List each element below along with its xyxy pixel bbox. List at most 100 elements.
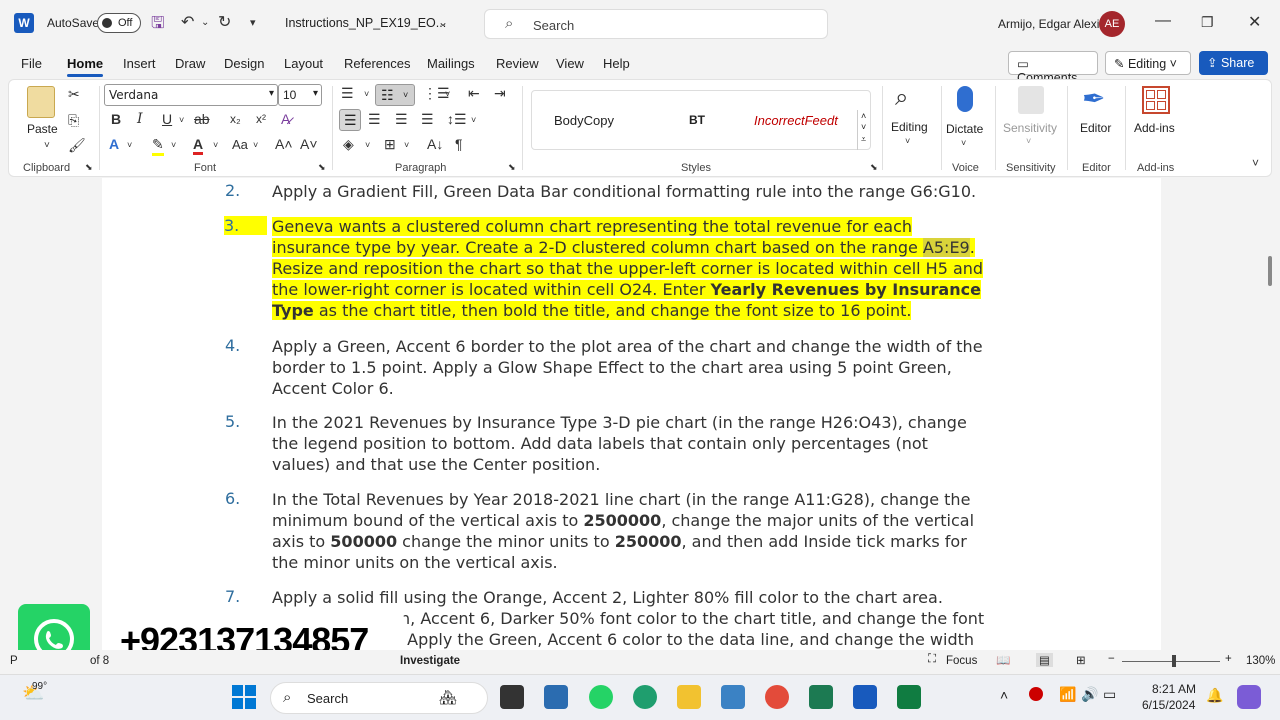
title-dropdown-icon[interactable]: ⌄ — [438, 15, 448, 29]
line-spacing-dropdown-icon[interactable]: ˅ — [471, 115, 476, 125]
line-spacing-icon[interactable]: ↕☰ — [447, 111, 467, 128]
tray-overflow-icon[interactable]: ˄ — [1000, 687, 1008, 703]
notifications-icon[interactable]: 🔔 — [1206, 687, 1223, 704]
editor-label[interactable]: Editor — [1080, 121, 1111, 135]
notepad-icon[interactable] — [721, 685, 745, 709]
menu-insert[interactable]: Insert — [123, 56, 156, 71]
text-effects-icon[interactable]: A — [109, 136, 119, 152]
change-case-icon[interactable]: Aa — [232, 137, 248, 152]
menu-review[interactable]: Review — [496, 56, 539, 71]
dictate-dropdown-icon[interactable]: ˅ — [961, 138, 966, 148]
cut-icon[interactable]: ✂ — [68, 86, 80, 103]
undo-dropdown-icon[interactable]: ⌄ — [201, 17, 209, 28]
menu-draw[interactable]: Draw — [175, 56, 205, 71]
menu-references[interactable]: References — [344, 56, 410, 71]
show-formatting-icon[interactable]: ¶ — [455, 136, 463, 152]
clock-date[interactable]: 6/15/2024 — [1142, 698, 1195, 712]
print-layout-icon[interactable]: ▤ — [1036, 653, 1053, 667]
borders-dropdown-icon[interactable]: ˅ — [404, 140, 409, 150]
shading-dropdown-icon[interactable]: ˅ — [365, 140, 370, 150]
align-right-icon[interactable]: ☰ — [395, 111, 408, 128]
font-size-select[interactable]: 10 ▾ — [278, 84, 322, 106]
add-ins-label[interactable]: Add-ins — [1134, 121, 1175, 135]
taskbar-search[interactable]: ⌕ Search 🏘 — [270, 682, 488, 714]
volume-icon[interactable]: 🔊 — [1081, 686, 1098, 703]
numbering-button[interactable]: ☷ ˅ — [375, 84, 415, 106]
text-effects-dropdown-icon[interactable]: ˅ — [127, 140, 132, 150]
highlight-dropdown-icon[interactable]: ˅ — [171, 140, 176, 150]
investigate-label[interactable]: Investigate — [400, 655, 460, 667]
add-ins-icon[interactable] — [1142, 86, 1170, 114]
format-painter-icon[interactable]: 🖌 — [68, 137, 86, 154]
word-taskbar-icon[interactable] — [853, 685, 877, 709]
file-explorer-icon[interactable] — [677, 685, 701, 709]
multilevel-dropdown-icon[interactable]: ˅ — [445, 89, 450, 99]
style-bt[interactable]: BT — [689, 113, 705, 127]
borders-icon[interactable]: ⊞ — [384, 136, 396, 153]
strikethrough-icon[interactable]: ab — [194, 111, 210, 127]
bullets-dropdown-icon[interactable]: ˅ — [364, 89, 369, 99]
zoom-level[interactable]: 130% — [1246, 655, 1275, 667]
zoom-slider[interactable] — [1122, 661, 1220, 662]
styles-launcher-icon[interactable]: ⬊ — [870, 162, 878, 173]
menu-home[interactable]: Home — [67, 56, 103, 71]
menu-design[interactable]: Design — [224, 56, 264, 71]
change-case-dropdown-icon[interactable]: ˅ — [253, 140, 258, 150]
font-color-icon[interactable]: A — [193, 136, 204, 155]
paste-icon[interactable] — [27, 86, 55, 118]
sort-icon[interactable]: A↓ — [427, 136, 443, 152]
read-mode-icon[interactable]: 📖 — [996, 653, 1010, 667]
page-status[interactable]: P — [10, 655, 18, 667]
focus-label[interactable]: Focus — [946, 655, 977, 667]
highlight-icon[interactable]: ✎ — [152, 136, 164, 156]
whatsapp-taskbar-icon[interactable] — [589, 685, 613, 709]
editor-icon[interactable]: ✒ — [1082, 82, 1105, 115]
excel-taskbar-icon[interactable] — [897, 685, 921, 709]
wifi-icon[interactable]: 📶 — [1059, 686, 1076, 703]
battery-icon[interactable]: ▭ — [1103, 686, 1116, 703]
editing-mode-button[interactable]: ✎ Editing ˅ — [1105, 51, 1191, 75]
restore-icon[interactable]: ❐ — [1201, 14, 1214, 31]
editing-label[interactable]: Editing — [891, 120, 928, 134]
clipboard-launcher-icon[interactable]: ⬊ — [85, 162, 93, 173]
menu-mailings[interactable]: Mailings — [427, 56, 475, 71]
customize-toolbar-icon[interactable]: ▾ — [250, 16, 256, 29]
font-launcher-icon[interactable]: ⬊ — [318, 162, 326, 173]
clock-time[interactable]: 8:21 AM — [1152, 682, 1196, 696]
record-icon[interactable] — [1029, 687, 1043, 701]
share-button[interactable]: ⇪ Share — [1199, 51, 1268, 75]
style-incorrectfeedback[interactable]: IncorrectFeedt — [754, 113, 852, 128]
style-bodycopy[interactable]: BodyCopy — [554, 113, 614, 128]
document-page[interactable]: 2. Apply a Gradient Fill, Green Data Bar… — [102, 178, 1161, 650]
comments-button[interactable]: ▭ Comments — [1008, 51, 1098, 85]
task-view-icon[interactable] — [500, 685, 524, 709]
minimize-icon[interactable]: — — [1155, 12, 1171, 30]
paste-label[interactable]: Paste — [27, 122, 58, 136]
menu-view[interactable]: View — [556, 56, 584, 71]
font-name-select[interactable]: Verdana ▾ — [104, 84, 278, 106]
menu-help[interactable]: Help — [603, 56, 630, 71]
increase-indent-icon[interactable]: ⇥ — [494, 85, 506, 102]
paste-dropdown-icon[interactable]: ˅ — [44, 140, 50, 151]
shrink-font-icon[interactable]: A˅ — [300, 136, 318, 152]
close-icon[interactable]: ✕ — [1248, 12, 1261, 32]
align-center-icon[interactable]: ☰ — [368, 111, 381, 128]
scroll-down-icon[interactable]: ˅ — [861, 122, 866, 132]
focus-icon[interactable]: ⛶ — [928, 653, 936, 666]
search-box[interactable]: ⌕ Search — [484, 9, 828, 39]
subscript-icon[interactable]: x₂ — [230, 112, 241, 126]
superscript-icon[interactable]: x² — [256, 112, 266, 126]
microphone-icon[interactable] — [957, 86, 973, 112]
vertical-scrollbar-thumb[interactable] — [1268, 256, 1272, 286]
web-layout-icon[interactable]: ⊞ — [1076, 653, 1086, 667]
styles-more-icon[interactable]: ⩡ — [861, 134, 866, 145]
zoom-slider-thumb[interactable] — [1172, 655, 1176, 667]
menu-file[interactable]: File — [21, 56, 42, 71]
collapse-ribbon-icon[interactable]: ˅ — [1252, 156, 1259, 170]
shading-icon[interactable]: ◈ — [343, 136, 354, 153]
app-icon[interactable] — [809, 685, 833, 709]
autosave-toggle[interactable]: Off — [97, 13, 141, 33]
underline-icon[interactable]: U — [162, 111, 172, 127]
copy-icon[interactable]: ⎘ — [68, 112, 79, 129]
justify-icon[interactable]: ☰ — [421, 111, 434, 128]
